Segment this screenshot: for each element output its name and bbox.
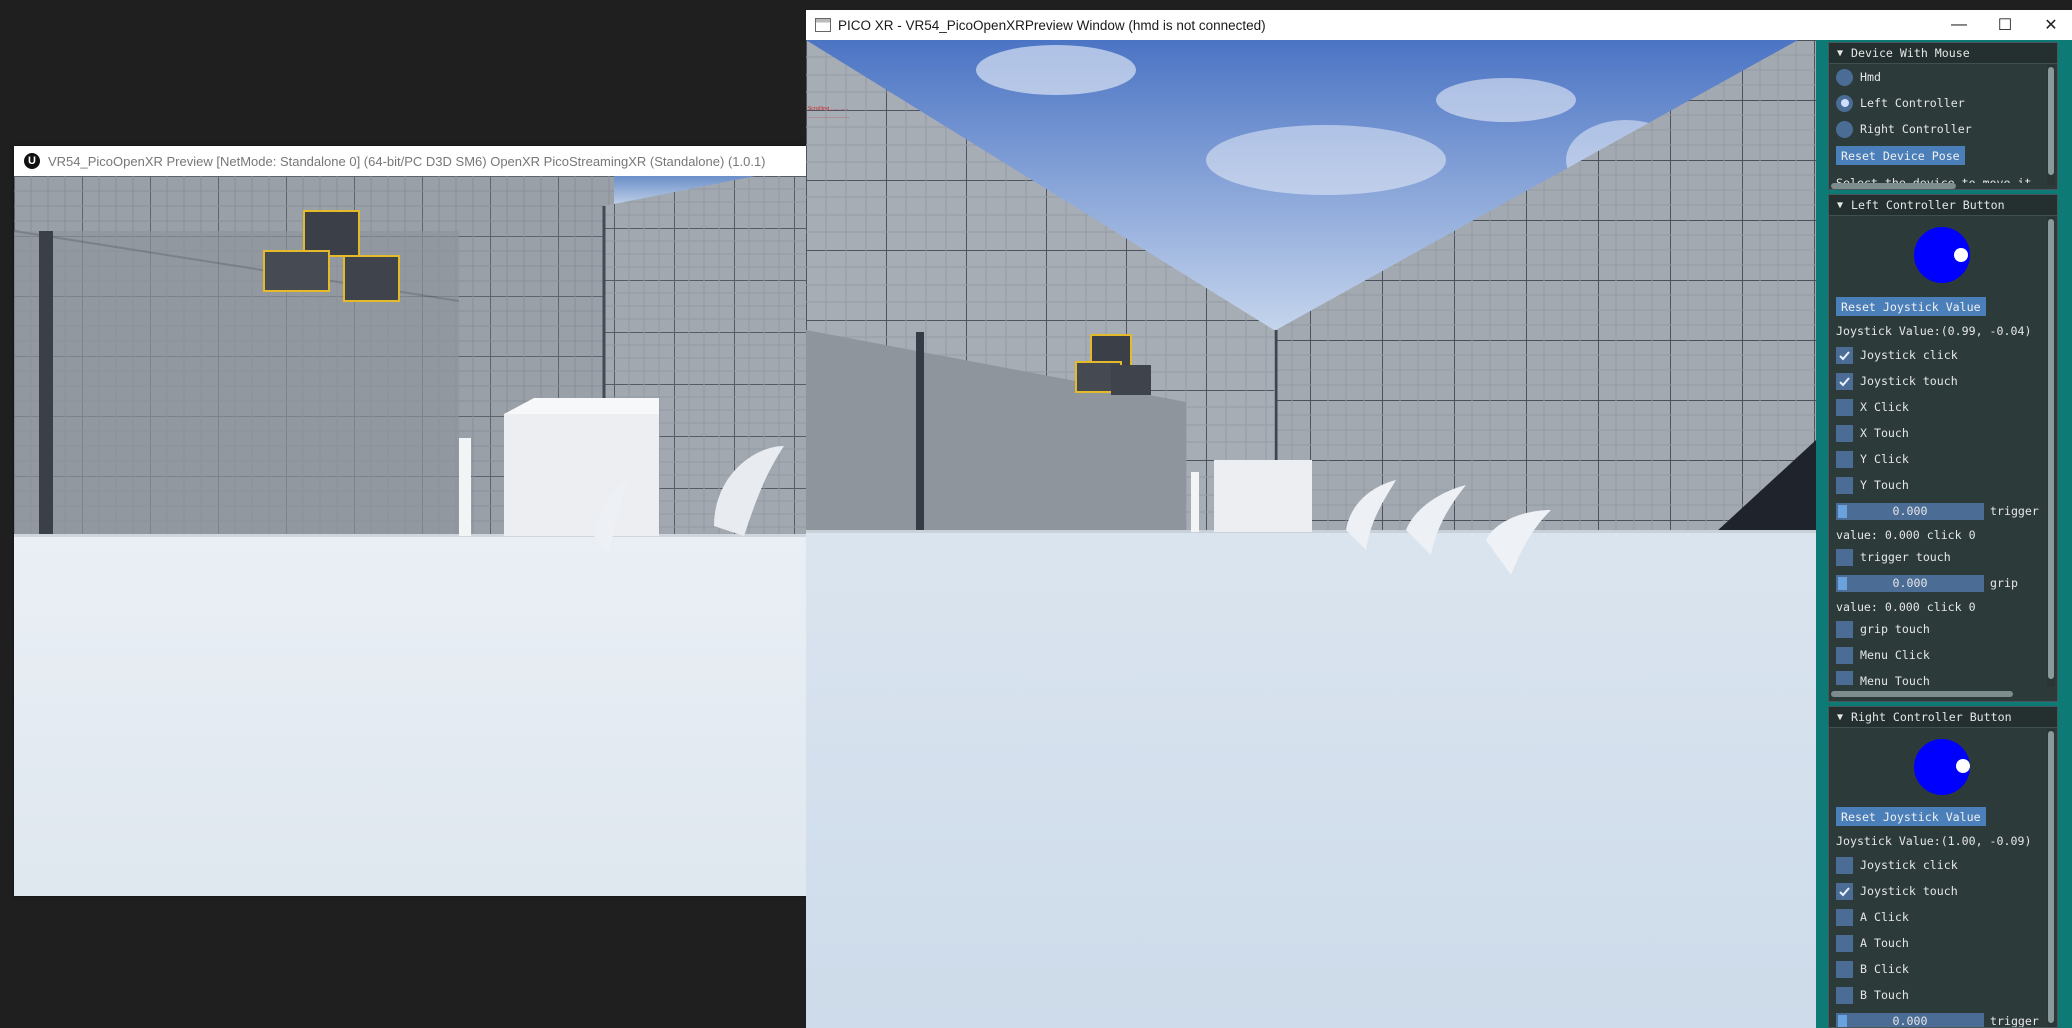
right-controller-panel: ▼ Right Controller Button Reset Joystick…: [1828, 706, 2058, 1028]
checkbox-checked-icon[interactable]: [1836, 346, 1853, 364]
ue-viewport-scene: [14, 176, 806, 896]
radio-label: Hmd: [1860, 70, 1881, 84]
checkbox-icon[interactable]: [1836, 986, 1853, 1004]
checkbox-checked-icon[interactable]: [1836, 882, 1853, 900]
left-grip-slider-row[interactable]: 0.000 grip: [1836, 573, 2018, 593]
ue-preview-window: U VR54_PicoOpenXR Preview [NetMode: Stan…: [14, 146, 806, 896]
pico-xr-title: PICO XR - VR54_PicoOpenXRPreview Window …: [838, 17, 1266, 33]
right-joystick-pad[interactable]: [1914, 739, 1970, 795]
checkbox-icon[interactable]: [1836, 960, 1853, 978]
radio-button-icon[interactable]: [1836, 120, 1853, 138]
checkbox-icon[interactable]: [1836, 424, 1853, 442]
collapse-triangle-icon: ▼: [1837, 47, 1844, 59]
radio-button-selected-icon[interactable]: [1836, 94, 1853, 112]
unreal-logo-icon: U: [24, 153, 40, 169]
pico-xr-window: PICO XR - VR54_PicoOpenXRPreview Window …: [806, 10, 2072, 1028]
left-grip-status: value: 0.000 click 0: [1836, 600, 1976, 614]
right-joystick-value: Joystick Value:(1.00, -0.09): [1836, 834, 2032, 848]
joystick-knob[interactable]: [1956, 759, 1970, 773]
left-trigger-slider[interactable]: 0.000: [1836, 502, 1984, 520]
right-check-joystick-touch[interactable]: Joystick touch: [1836, 881, 1958, 901]
left-check-trigger-touch[interactable]: trigger touch: [1836, 547, 1951, 567]
right-trigger-slider-row[interactable]: 0.000 trigger: [1836, 1011, 2039, 1027]
radio-hmd[interactable]: Hmd: [1836, 67, 1881, 87]
left-reset-joystick-button[interactable]: Reset Joystick Value: [1836, 297, 1986, 316]
checkbox-icon[interactable]: [1836, 548, 1853, 566]
pico-xr-titlebar[interactable]: PICO XR - VR54_PicoOpenXRPreview Window …: [806, 10, 2072, 40]
checkbox-icon[interactable]: [1836, 646, 1853, 664]
left-check-menu-touch[interactable]: Menu Touch: [1836, 671, 1930, 685]
checkbox-icon[interactable]: [1836, 908, 1853, 926]
close-button[interactable]: ✕: [2028, 10, 2072, 40]
pico-viewport[interactable]: Scrolling ..... ..... ..................…: [806, 40, 1816, 1028]
horizontal-scrollbar[interactable]: [1831, 691, 2013, 697]
left-trigger-slider-row[interactable]: 0.000 trigger: [1836, 501, 2039, 521]
checkbox-icon[interactable]: [1836, 856, 1853, 874]
device-with-mouse-header[interactable]: ▼ Device With Mouse: [1829, 43, 2057, 64]
right-check-joystick-click[interactable]: Joystick click: [1836, 855, 1958, 875]
left-trigger-status: value: 0.000 click 0: [1836, 528, 1976, 542]
left-grip-slider[interactable]: 0.000: [1836, 574, 1984, 592]
left-controller-title: Left Controller Button: [1851, 198, 2005, 212]
left-joystick-pad[interactable]: [1914, 227, 1970, 283]
collapse-triangle-icon: ▼: [1837, 711, 1844, 723]
radio-left-controller[interactable]: Left Controller: [1836, 93, 1965, 113]
ue-viewport[interactable]: [14, 176, 806, 896]
left-joystick-value: Joystick Value:(0.99, -0.04): [1836, 324, 2032, 338]
debug-text: ..........................: [808, 114, 850, 120]
left-controller-header[interactable]: ▼ Left Controller Button: [1829, 195, 2057, 216]
device-with-mouse-panel: ▼ Device With Mouse Hmd Left Controller …: [1828, 42, 2058, 190]
collapse-triangle-icon: ▼: [1837, 199, 1844, 211]
left-check-y-click[interactable]: Y Click: [1836, 449, 1909, 469]
vertical-scrollbar[interactable]: [2047, 729, 2055, 1027]
reset-device-pose-button[interactable]: Reset Device Pose: [1836, 146, 1965, 165]
radio-button-icon[interactable]: [1836, 68, 1853, 86]
left-check-joystick-click[interactable]: Joystick click: [1836, 345, 1958, 365]
radio-right-controller[interactable]: Right Controller: [1836, 119, 1972, 139]
left-check-x-touch[interactable]: X Touch: [1836, 423, 1909, 443]
left-controller-panel: ▼ Left Controller Button Reset Joystick …: [1828, 194, 2058, 702]
left-check-joystick-touch[interactable]: Joystick touch: [1836, 371, 1958, 391]
device-hint-text: Select the device to move it: [1836, 176, 2032, 183]
right-trigger-slider[interactable]: 0.000: [1836, 1012, 1984, 1027]
radio-label: Right Controller: [1860, 122, 1972, 136]
joystick-knob[interactable]: [1954, 248, 1968, 262]
checkbox-icon[interactable]: [1836, 620, 1853, 638]
app-window-icon: [815, 18, 831, 32]
right-check-a-click[interactable]: A Click: [1836, 907, 1909, 927]
minimize-button[interactable]: —: [1936, 10, 1982, 40]
checkbox-icon[interactable]: [1836, 476, 1853, 494]
checkbox-checked-icon[interactable]: [1836, 372, 1853, 390]
horizontal-scrollbar[interactable]: [1831, 183, 1956, 189]
vertical-scrollbar[interactable]: [2047, 217, 2055, 687]
right-check-a-touch[interactable]: A Touch: [1836, 933, 1909, 953]
checkbox-icon[interactable]: [1836, 671, 1853, 685]
right-check-b-click[interactable]: B Click: [1836, 959, 1909, 979]
device-control-sidebar: ▼ Device With Mouse Hmd Left Controller …: [1816, 40, 2072, 1028]
pico-viewport-scene: Scrolling ..... ..... ..................…: [806, 40, 1816, 1028]
left-check-x-click[interactable]: X Click: [1836, 397, 1909, 417]
ue-preview-titlebar[interactable]: U VR54_PicoOpenXR Preview [NetMode: Stan…: [14, 146, 806, 176]
device-with-mouse-title: Device With Mouse: [1851, 46, 1970, 60]
vertical-scrollbar[interactable]: [2047, 65, 2055, 185]
right-controller-header[interactable]: ▼ Right Controller Button: [1829, 707, 2057, 728]
checkbox-icon[interactable]: [1836, 934, 1853, 952]
left-check-menu-click[interactable]: Menu Click: [1836, 645, 1930, 665]
checkbox-icon[interactable]: [1836, 398, 1853, 416]
ue-preview-title: VR54_PicoOpenXR Preview [NetMode: Standa…: [48, 153, 766, 169]
radio-label: Left Controller: [1860, 96, 1965, 110]
checkbox-icon[interactable]: [1836, 450, 1853, 468]
right-controller-title: Right Controller Button: [1851, 710, 2012, 724]
debug-text: Scrolling ..... .....: [808, 106, 849, 112]
right-check-b-touch[interactable]: B Touch: [1836, 985, 1909, 1005]
left-check-y-touch[interactable]: Y Touch: [1836, 475, 1909, 495]
left-check-grip-touch[interactable]: grip touch: [1836, 619, 1930, 639]
maximize-button[interactable]: ☐: [1982, 10, 2028, 40]
right-reset-joystick-button[interactable]: Reset Joystick Value: [1836, 807, 1986, 826]
